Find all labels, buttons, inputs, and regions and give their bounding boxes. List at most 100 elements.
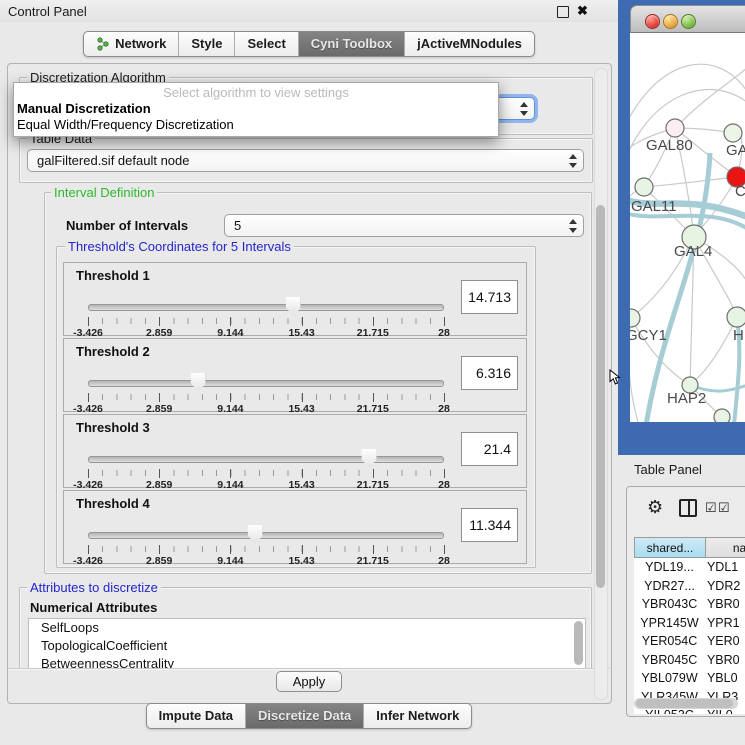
tab-select[interactable]: Select (234, 32, 297, 56)
table-data-value: galFiltered.sif default node (37, 153, 568, 168)
threshold-1-label: Threshold 1 (76, 268, 150, 283)
threshold-1-value-field[interactable]: 14.713 (461, 280, 518, 314)
threshold-4-value-field[interactable]: 11.344 (461, 508, 518, 542)
node-label: C (735, 183, 745, 200)
list-vertical-scrollbar[interactable] (574, 621, 583, 665)
control-panel-title: Control Panel (8, 4, 87, 19)
slider-thumb[interactable] (248, 525, 263, 544)
threshold-4-label: Threshold 4 (76, 496, 150, 511)
node-partial-top-right (724, 124, 742, 142)
algorithm-option-manual[interactable]: Manual Discretization (14, 101, 498, 117)
float-window-icon[interactable] (557, 6, 569, 18)
minimize-traffic-light-icon[interactable] (663, 14, 678, 29)
table-panel-inner: ⚙ ☑ ☑ shared... na YDL19...YDL1 YDR27...… (626, 486, 745, 717)
network-view-canvas[interactable]: GAL80 GA C GAL11 GAL4 GCY1 H HAP2 (630, 33, 745, 422)
table-horizontal-scrollbar[interactable] (634, 698, 738, 709)
node-label: GAL11 (631, 198, 677, 215)
table-row[interactable]: YBL079WYBL0 (634, 669, 745, 688)
split-columns-icon[interactable] (679, 499, 697, 517)
slider-thumb[interactable] (362, 449, 377, 468)
tab-infer-network[interactable]: Infer Network (363, 704, 471, 728)
threshold-1-box: Threshold 1 -3.426 2.859 9.144 15.43 21.… (63, 262, 527, 336)
node-gal11 (635, 178, 653, 196)
table-row[interactable]: YPR145WYPR1 (634, 614, 745, 633)
threshold-3-slider[interactable]: -3.426 2.859 9.144 15.43 21.715 28 (88, 448, 444, 486)
algorithm-dropdown-popup: Select algorithm to view settings Manual… (13, 82, 499, 137)
num-intervals-combobox[interactable]: 5 (224, 214, 584, 237)
table-row[interactable]: YER054CYER0 (634, 632, 745, 651)
slider-track[interactable] (88, 456, 444, 463)
tab-style[interactable]: Style (178, 32, 234, 56)
threshold-1-slider[interactable]: -3.426 2.859 9.144 15.43 21.715 28 (88, 296, 444, 334)
column-header-name[interactable]: na (706, 537, 745, 558)
slider-thumb[interactable] (191, 373, 206, 392)
table-row[interactable]: YBR045CYBR0 (634, 651, 745, 670)
network-window-titlebar[interactable] (630, 5, 745, 33)
table-row[interactable]: YDR27...YDR2 (634, 577, 745, 596)
close-traffic-light-icon[interactable] (645, 14, 660, 29)
numerical-attributes-label: Numerical Attributes (30, 600, 157, 615)
tab-impute-data[interactable]: Impute Data (147, 704, 245, 728)
numerical-attributes-list[interactable]: SelfLoops TopologicalCoefficient Between… (28, 618, 586, 669)
slider-thumb[interactable] (286, 297, 301, 316)
apply-button[interactable]: Apply (276, 671, 343, 692)
table-data-combobox[interactable]: galFiltered.sif default node (27, 149, 584, 172)
tab-network-label: Network (115, 36, 166, 52)
gear-icon[interactable]: ⚙ (647, 498, 663, 516)
num-intervals-value: 5 (234, 218, 568, 233)
stepper-icon (568, 154, 577, 168)
table-header-row: shared... na (634, 537, 745, 558)
slider-track[interactable] (88, 532, 444, 539)
control-panel-tabs: Network Style Select Cyni Toolbox jActiv… (0, 31, 618, 57)
mouse-cursor (609, 369, 621, 386)
thresholds-legend: Threshold's Coordinates for 5 Intervals (65, 240, 294, 254)
slider-track[interactable] (88, 380, 444, 387)
table-panel-title: Table Panel (634, 462, 702, 477)
stepper-icon (519, 102, 528, 116)
tab-discretize-data[interactable]: Discretize Data (245, 704, 363, 728)
checkbox-checked-icon[interactable]: ☑ (718, 501, 730, 515)
table-body[interactable]: YDL19...YDL1 YDR27...YDR2 YBR043CYBR0 YP… (634, 558, 745, 714)
num-intervals-label: Number of Intervals (66, 218, 188, 233)
threshold-2-box: Threshold 2 -3.426 2.859 9.144 15.43 21.… (63, 338, 527, 412)
list-item[interactable]: SelfLoops (29, 619, 585, 637)
list-item[interactable]: TopologicalCoefficient (29, 637, 585, 655)
table-row[interactable]: YBR043CYBR0 (634, 595, 745, 614)
node-gal80 (666, 119, 684, 137)
threshold-4-slider[interactable]: -3.426 2.859 9.144 15.43 21.715 28 (88, 524, 444, 562)
node-label: GAL80 (646, 137, 693, 154)
zoom-traffic-light-icon[interactable] (681, 14, 696, 29)
divider (8, 668, 609, 669)
threshold-3-box: Threshold 3 -3.426 2.859 9.144 15.43 21.… (63, 414, 527, 488)
node-partial-bottom (714, 409, 730, 422)
minor-ticks (88, 394, 444, 400)
threshold-2-label: Threshold 2 (76, 344, 150, 359)
list-item[interactable]: BetweennessCentrality (29, 655, 585, 669)
panel-vertical-scrollbar-thumb[interactable] (596, 205, 605, 588)
checkbox-checked-icon[interactable]: ☑ (705, 501, 717, 515)
threshold-3-value-field[interactable]: 21.4 (461, 432, 518, 466)
close-icon[interactable]: ✖ (577, 3, 588, 19)
threshold-2-slider[interactable]: -3.426 2.859 9.144 15.43 21.715 28 (88, 372, 444, 410)
node-label: GA (726, 142, 745, 159)
node-attribute-table: shared... na YDL19...YDL1 YDR27...YDR2 Y… (634, 537, 745, 714)
slider-track[interactable] (88, 304, 444, 311)
threshold-3-label: Threshold 3 (76, 420, 150, 435)
network-tab-icon (96, 37, 110, 51)
column-header-shared-name[interactable]: shared... (634, 537, 706, 558)
control-panel-titlebar: Control Panel (0, 0, 618, 22)
node-h-partial (727, 307, 745, 327)
threshold-2-value-field[interactable]: 6.316 (461, 356, 518, 390)
node-label: HAP2 (667, 390, 706, 407)
tab-cyni-toolbox[interactable]: Cyni Toolbox (298, 32, 404, 56)
table-row[interactable]: YDL19...YDL1 (634, 558, 745, 577)
minor-ticks (88, 546, 444, 552)
algorithm-option-equal-width[interactable]: Equal Width/Frequency Discretization (14, 117, 498, 133)
node-label: H (733, 327, 744, 344)
tab-jactivemnodules[interactable]: jActiveMNodules (404, 32, 534, 56)
node-label: GAL4 (674, 243, 712, 260)
interval-definition-legend: Interval Definition (51, 186, 157, 200)
tab-network[interactable]: Network (84, 32, 178, 56)
network-graph: GAL80 GA C GAL11 GAL4 GCY1 H HAP2 (630, 33, 745, 422)
minor-ticks (88, 318, 444, 324)
